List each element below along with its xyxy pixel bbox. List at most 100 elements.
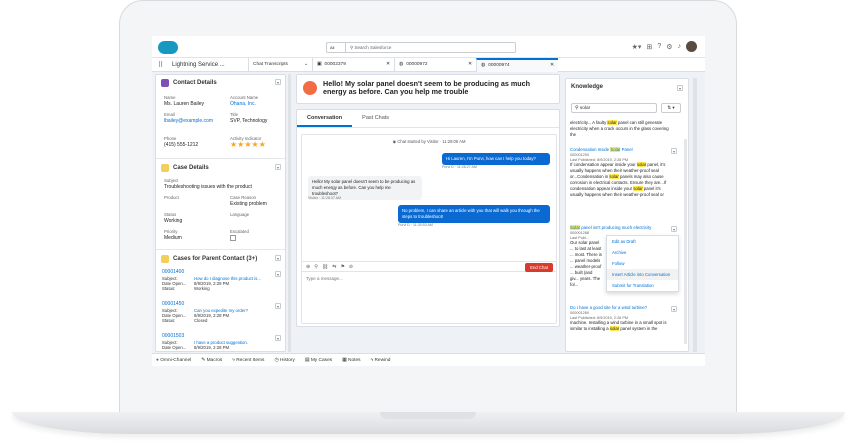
chevron-down-icon[interactable]: ▾ — [275, 303, 281, 309]
article-snippet: If condensation appear inside your solar… — [570, 162, 675, 198]
subtab-00000972[interactable]: ◍ 00000972 ✕ — [394, 57, 476, 72]
card-title: Cases for Parent Contact (3+) — [173, 256, 258, 262]
field-label: Status: — [162, 318, 176, 323]
close-icon[interactable]: ✕ — [550, 63, 554, 68]
left-scrollbar[interactable] — [288, 74, 291, 352]
utility-recent-items[interactable]: ϟ Recent Items — [232, 358, 264, 363]
message-input[interactable]: Type a message... — [306, 276, 343, 281]
tab-label: 00000972 — [406, 62, 428, 67]
cases-header: Cases for Parent Contact (3+) — [156, 251, 262, 267]
title-text: Condensation Inside — [570, 147, 611, 152]
avatar[interactable] — [686, 41, 697, 52]
close-icon[interactable]: ✕ — [468, 62, 472, 67]
case-status: Working — [164, 218, 183, 224]
chevron-down-icon[interactable]: ▾ — [275, 271, 281, 277]
escalated-checkbox[interactable] — [230, 235, 236, 241]
contact-details-header: Contact Details — [156, 75, 285, 91]
utility-history[interactable]: ◷ History — [274, 358, 294, 363]
link-icon[interactable]: ⛓ — [322, 264, 328, 270]
chevron-down-icon[interactable]: ▾ — [671, 148, 677, 154]
flag-icon[interactable]: ⚑ — [340, 264, 344, 270]
case-number-link[interactable]: 00001503 — [162, 333, 282, 339]
end-chat-button[interactable]: End Chat — [525, 263, 553, 272]
utility-notes[interactable]: ▦ Notes — [342, 358, 360, 363]
attachment-icon[interactable]: ⚲ — [314, 264, 318, 270]
knowledge-search-input[interactable]: ⚲ solar — [571, 103, 657, 113]
chevron-down-icon[interactable]: ▾ — [275, 335, 281, 341]
subtab-00002379[interactable]: ▣ 00002379 ✕ — [312, 57, 394, 72]
search-input[interactable]: ⚲ Search Salesforce — [346, 42, 516, 53]
menu-item-edit-draft[interactable]: Edit as Draft — [607, 236, 678, 247]
case-status: Working — [194, 286, 210, 291]
snippet-text: If condensation appear inside your — [570, 162, 637, 167]
email-link[interactable]: lbailey@example.com — [164, 118, 219, 124]
close-icon[interactable]: ✕ — [386, 62, 390, 67]
utility-label: Rewind — [374, 357, 391, 363]
list-icon: ▤ — [304, 357, 310, 363]
message-meta: Purvi D · 11:28:27 AM — [442, 165, 477, 169]
chevron-down-icon[interactable]: ▾ — [275, 79, 281, 85]
block-icon[interactable]: ⊘ — [349, 264, 353, 270]
utility-label: Macros — [206, 357, 223, 363]
tab-label: Chat Transcripts — [253, 62, 288, 67]
highlight: solar — [609, 174, 619, 179]
menu-item-submit-translation[interactable]: Submit for Translation — [607, 280, 678, 291]
utility-omni-channel[interactable]: ● Omni-Channel — [156, 358, 191, 363]
subtab-00000974[interactable]: ◍ 00000974 ✕ — [476, 57, 558, 72]
chevron-down-icon[interactable]: ▾ — [275, 164, 281, 170]
divider — [156, 249, 285, 250]
snippet-text: panel system in the — [619, 326, 658, 331]
tab-label: 00000974 — [488, 63, 510, 68]
case-number-link[interactable]: 00001400 — [162, 269, 282, 275]
transfer-icon[interactable]: ⇆ — [332, 264, 336, 270]
gear-icon[interactable]: ⚙ — [666, 43, 672, 51]
chevron-down-icon[interactable]: ▾ — [677, 85, 683, 91]
field-label: Status — [164, 212, 177, 217]
article-actions-menu: Edit as Draft Archive Follow Insert Arti… — [606, 235, 679, 292]
title-text: panel isn't producing much electricity — [580, 225, 652, 230]
field-label: Title — [230, 112, 238, 117]
chevron-down-icon[interactable]: ▾ — [671, 226, 677, 232]
utility-my-cases[interactable]: ▤ My Cases — [305, 358, 332, 363]
chat-panel: Conversation Past Chats ◉ Chat started b… — [296, 109, 560, 327]
knowledge-article: Do I have a good site for a wind turbine… — [570, 305, 675, 332]
activity-stars: ★★★★★ — [230, 140, 266, 149]
utility-bar: ● Omni-Channel ✎ Macros ϟ Recent Items ◷… — [152, 353, 705, 366]
chat-started: ◉ Chat started by Visitor · 11:28:06 AM — [302, 139, 556, 144]
sort-button[interactable]: ⇅ ▾ — [661, 103, 681, 113]
case-details-header: Case Details — [156, 160, 214, 176]
menu-item-insert-article[interactable]: Insert Article into Conversation — [607, 269, 678, 280]
utility-label: History — [279, 357, 295, 363]
global-search: All ⚲ Search Salesforce — [326, 42, 516, 53]
menu-item-archive[interactable]: Archive — [607, 247, 678, 258]
utility-macros[interactable]: ✎ Macros — [201, 358, 222, 363]
add-icon[interactable]: ⊞ — [646, 43, 652, 51]
article-snippet: machine. Installing a wind turbine in a … — [570, 320, 675, 332]
search-placeholder: Search Salesforce — [354, 45, 392, 50]
account-link[interactable]: Ohana, Inc. — [230, 101, 256, 107]
contact-title: SVP, Technology — [230, 118, 268, 124]
utility-rewind[interactable]: ϟ Rewind — [371, 358, 391, 363]
bell-icon[interactable]: ♪ — [678, 43, 682, 50]
chevron-down-icon[interactable]: ▾ — [671, 306, 677, 312]
chevron-down-icon[interactable]: ⌄ — [304, 62, 308, 67]
tab-conversation[interactable]: Conversation — [297, 110, 353, 127]
menu-item-follow[interactable]: Follow — [607, 258, 678, 269]
app-launcher-icon[interactable]: ⠿ — [158, 61, 168, 69]
knowledge-scrollbar[interactable] — [684, 139, 687, 344]
favorites-icon[interactable]: ★▾ — [632, 43, 642, 51]
nav-tab-chat-transcripts[interactable]: Chat Transcripts ⌄ — [248, 57, 312, 72]
quick-text-icon[interactable]: ⊕ — [306, 264, 310, 270]
chevron-down-icon[interactable]: ▾ — [275, 255, 281, 261]
left-column: Contact Details ▾ Name Ms. Lauren Bailey… — [155, 74, 286, 352]
field-label: Email — [164, 112, 175, 117]
highlight: solar — [633, 186, 643, 191]
tab-past-chats[interactable]: Past Chats — [352, 110, 399, 127]
search-scope-select[interactable]: All — [326, 42, 346, 53]
case-number-link[interactable]: 00001450 — [162, 301, 282, 307]
help-icon[interactable]: ? — [657, 43, 661, 50]
laptop-notch — [380, 412, 476, 419]
case-reason: Existing problem — [230, 201, 267, 207]
right-scrollbar[interactable] — [693, 78, 697, 352]
utility-label: Recent Items — [236, 357, 265, 363]
